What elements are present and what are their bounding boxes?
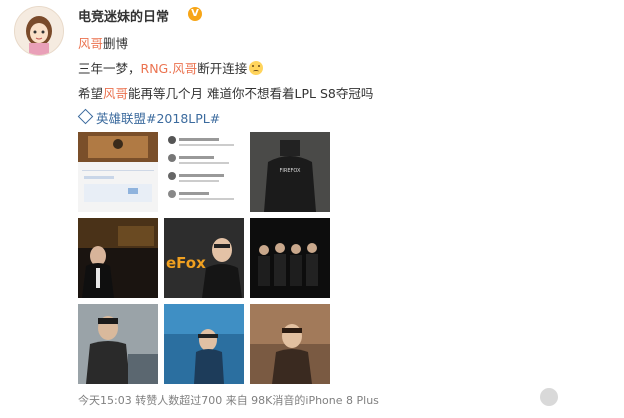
topic-diamond-icon [77,108,94,125]
photo-thumbnail[interactable]: FIREFOX [250,132,330,212]
mention-link[interactable]: 风哥 [78,36,103,51]
image-grid: FIREFOX eFox [78,132,330,384]
post-line-1: 风哥删博 [78,33,128,52]
post-text: 能再等几个月 难道你不想看着LPL S8夺冠吗 [128,86,374,101]
photo-thumbnail[interactable] [164,132,244,212]
topic-label: 英雄联盟#2018LPL# [96,111,221,126]
sad-emoji-icon [249,61,264,75]
svg-text:eFox: eFox [166,254,206,272]
photo-thumbnail[interactable] [250,218,330,298]
photo-thumbnail[interactable] [164,304,244,384]
post-text: 删博 [103,36,129,51]
post-text: 希望 [78,86,104,101]
photo-thumbnail[interactable] [78,304,158,384]
verified-badge-icon: V [188,7,202,21]
topic-link[interactable]: 英雄联盟#2018LPL# [77,108,221,127]
post-meta: 今天15:03 转赞人数超过700 来自 98K消音的iPhone 8 Plus [78,394,379,407]
mention-link[interactable]: 风哥 [103,86,128,101]
avatar[interactable] [14,6,64,56]
photo-thumbnail[interactable] [78,218,158,298]
post-line-2: 三年一梦，RNG.风哥断开连接 [78,58,264,77]
post-text: 三年一梦， [78,61,141,76]
username[interactable]: 电竞迷妹的日常 [78,6,169,25]
mention-link[interactable]: RNG.风哥 [141,61,198,76]
post-line-3: 希望风哥能再等几个月 难道你不想看着LPL S8夺冠吗 [78,83,373,102]
avatar-illustration [15,7,63,55]
photo-thumbnail[interactable] [78,132,158,212]
wukong-logo-icon [537,386,560,408]
photo-thumbnail[interactable]: eFox [164,218,244,298]
photo-thumbnail[interactable] [250,304,330,384]
watermark: 悟空问答 [537,386,616,408]
post-text: 断开连接 [197,61,248,76]
watermark-text: 悟空问答 [563,392,616,407]
svg-text:FIREFOX: FIREFOX [280,168,301,174]
